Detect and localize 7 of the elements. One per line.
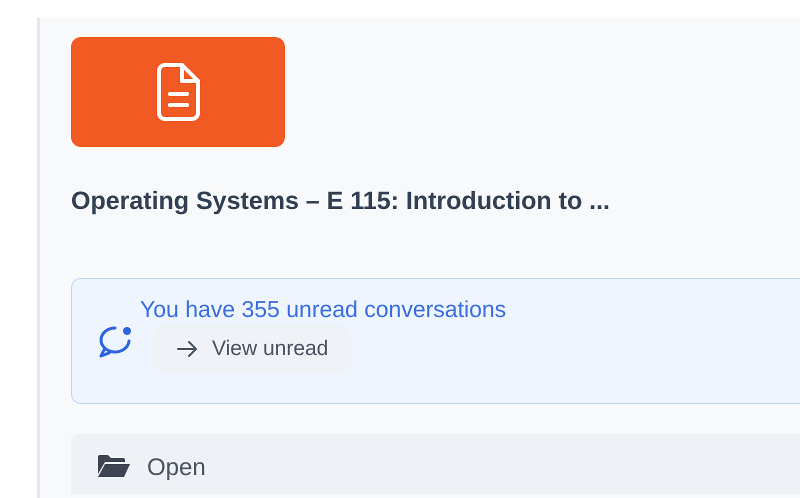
course-title: Operating Systems – E 115: Introduction to ... bbox=[71, 187, 612, 216]
view-unread-button[interactable]: View unread bbox=[154, 324, 350, 372]
open-button[interactable]: Open bbox=[71, 434, 800, 494]
unread-message: You have 355 unread conversations bbox=[140, 296, 506, 322]
folder-icon bbox=[97, 454, 131, 478]
document-icon bbox=[155, 62, 201, 122]
arrow-right-icon bbox=[176, 340, 198, 356]
